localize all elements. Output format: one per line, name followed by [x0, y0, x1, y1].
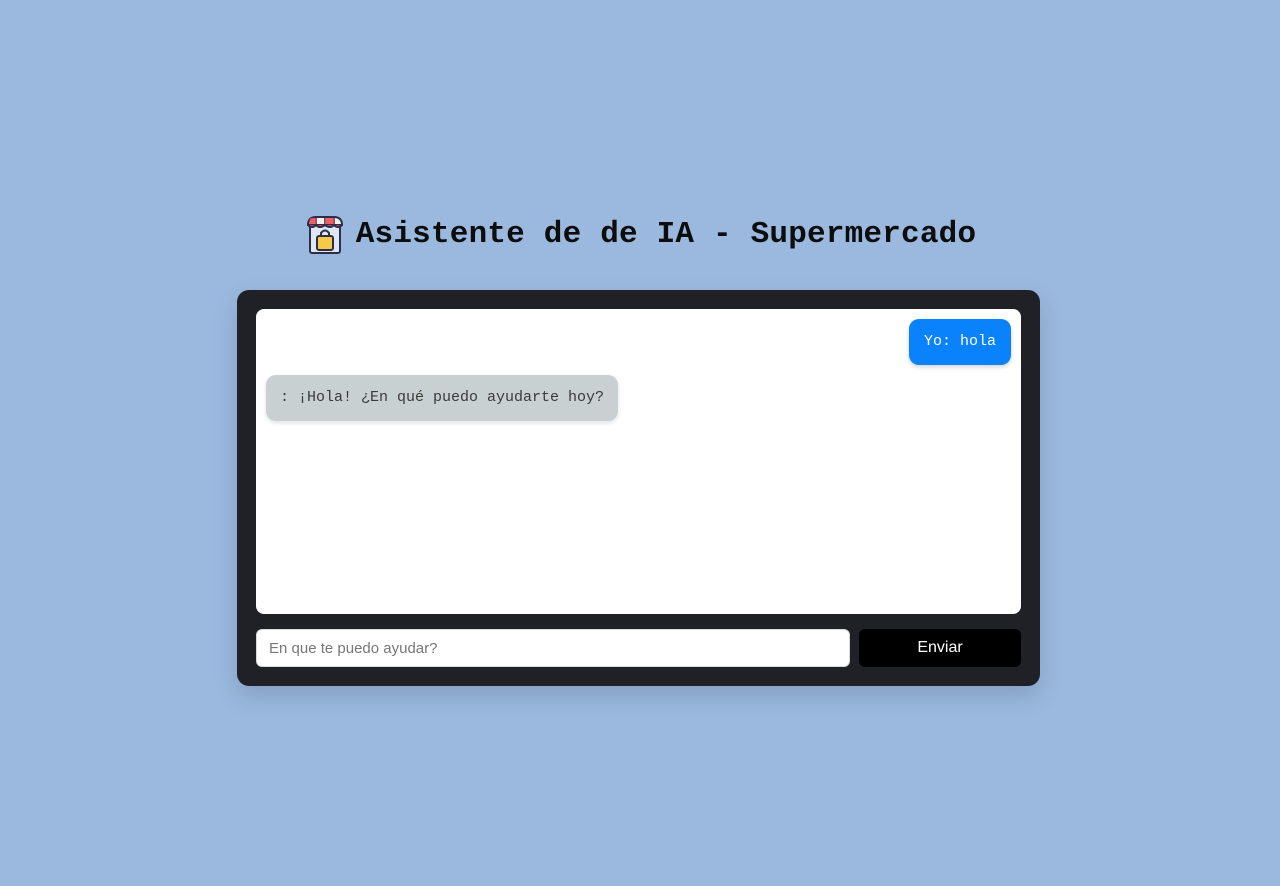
message-input[interactable]: [256, 629, 850, 667]
user-message-bubble: Yo: hola: [908, 319, 1011, 365]
page-header: Asistente de de IA - Supermercado: [0, 212, 1280, 256]
chat-messages[interactable]: Yo: hola : ¡Hola! ¿En qué puedo ayudarte…: [256, 309, 1021, 614]
chat-panel: Yo: hola : ¡Hola! ¿En qué puedo ayudarte…: [237, 290, 1040, 686]
store-shopping-bag-icon: [306, 216, 343, 254]
send-button[interactable]: Enviar: [859, 629, 1021, 667]
message-composer: Enviar: [256, 629, 1021, 667]
page-title: Asistente de de IA - Supermercado: [355, 216, 977, 252]
assistant-message-bubble: : ¡Hola! ¿En qué puedo ayudarte hoy?: [266, 375, 619, 421]
